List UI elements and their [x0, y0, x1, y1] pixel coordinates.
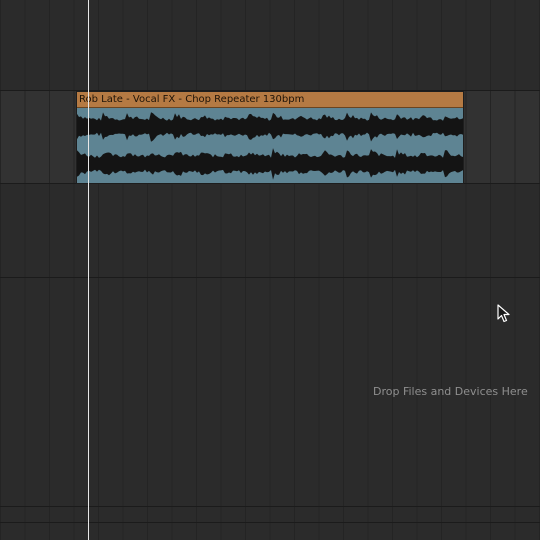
audio-clip[interactable]: Rob Late - Vocal FX - Chop Repeater 130b…: [77, 92, 463, 183]
clip-name: Rob Late - Vocal FX - Chop Repeater 130b…: [79, 94, 305, 105]
waveform-channel: [77, 148, 463, 180]
clip-waveform[interactable]: [77, 108, 463, 183]
clip-title-bar[interactable]: Rob Late - Vocal FX - Chop Repeater 130b…: [77, 92, 463, 108]
return-track-lane-a[interactable]: [0, 507, 540, 522]
drop-files-hint: Drop Files and Devices Here: [373, 385, 528, 398]
arrangement-view[interactable]: Rob Late - Vocal FX - Chop Repeater 130b…: [0, 0, 540, 540]
track-lane-3[interactable]: [0, 184, 540, 277]
waveform-graphic: [77, 112, 463, 180]
arrow-cursor-icon: [497, 304, 510, 323]
playhead[interactable]: [88, 0, 89, 540]
lane-divider: [0, 522, 540, 523]
lane-divider: [0, 277, 540, 278]
waveform-channel: [77, 112, 463, 142]
master-track-lane[interactable]: [0, 523, 540, 540]
lane-divider: [0, 90, 540, 91]
lane-divider: [0, 506, 540, 507]
track-lane-1[interactable]: [0, 0, 540, 90]
lane-divider: [0, 183, 540, 184]
